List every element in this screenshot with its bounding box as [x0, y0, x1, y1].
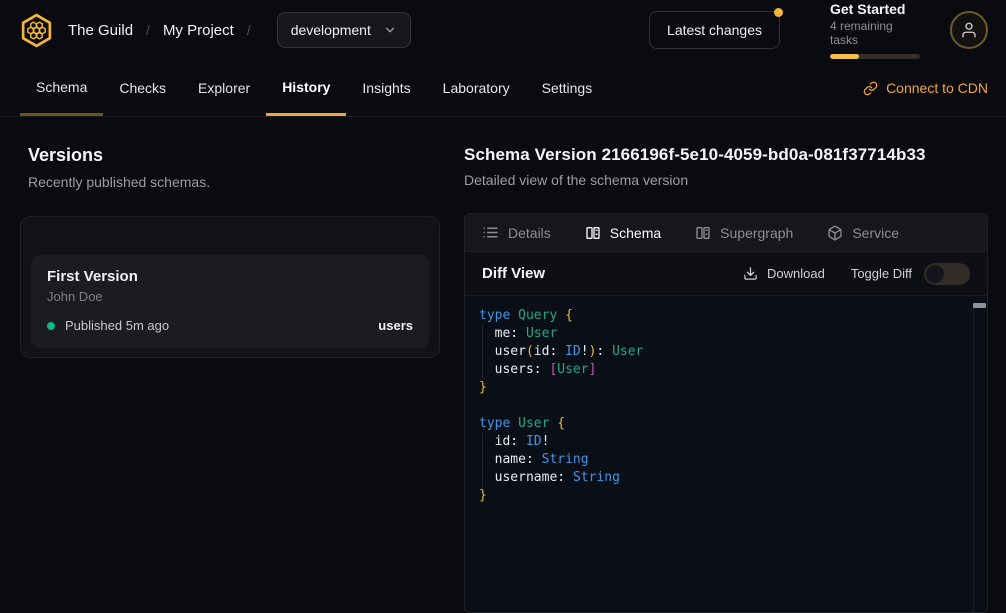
- get-started-subtitle: 4 remaining tasks: [830, 19, 920, 47]
- user-avatar[interactable]: [950, 11, 988, 49]
- schema-version-title: Schema Version 2166196f-5e10-4059-bd0a-0…: [464, 145, 988, 165]
- diff-actions: Download Toggle Diff: [743, 263, 970, 285]
- main-nav: Schema Checks Explorer History Insights …: [0, 60, 1006, 117]
- connect-to-cdn-label: Connect to CDN: [886, 80, 988, 96]
- nav-tab-insights[interactable]: Insights: [346, 60, 426, 116]
- diff-view-title: Diff View: [482, 265, 545, 282]
- scrollbar-track: [973, 305, 974, 612]
- guild-logo-icon[interactable]: [18, 12, 55, 49]
- latest-changes-button[interactable]: Latest changes: [649, 11, 780, 49]
- detail-tab-label: Details: [508, 225, 551, 241]
- versions-panel: Versions Recently published schemas. Fir…: [20, 145, 440, 613]
- get-started-progress-fill: [830, 54, 859, 59]
- detail-tab-details[interactable]: Details: [482, 224, 551, 241]
- detail-tab-service[interactable]: Service: [827, 225, 899, 241]
- detail-tab-label: Schema: [610, 225, 661, 241]
- main-content: Versions Recently published schemas. Fir…: [0, 117, 1006, 613]
- notification-dot: [774, 8, 783, 17]
- list-icon: [482, 224, 499, 241]
- nav-tab-laboratory[interactable]: Laboratory: [427, 60, 526, 116]
- version-status-text: Published 5m ago: [65, 318, 169, 333]
- cube-icon: [827, 225, 843, 241]
- detail-tab-label: Service: [852, 225, 899, 241]
- indent-guide: [482, 325, 483, 379]
- chevron-down-icon: [383, 23, 397, 37]
- download-icon: [743, 266, 758, 281]
- toggle-diff-label: Toggle Diff: [851, 266, 912, 281]
- link-icon: [863, 81, 878, 96]
- diff-toolbar: Diff View Download Toggle Diff: [465, 252, 987, 296]
- toggle-diff-switch[interactable]: [924, 263, 970, 285]
- code-lines: type Query { me: User user(id: ID!): Use…: [479, 307, 961, 505]
- versions-list: First Version John Doe Published 5m ago …: [20, 216, 440, 358]
- switch-knob: [926, 265, 944, 283]
- app-header: The Guild / My Project / development Lat…: [0, 0, 1006, 60]
- connect-to-cdn-link[interactable]: Connect to CDN: [863, 60, 988, 116]
- version-author: John Doe: [47, 289, 413, 304]
- download-button[interactable]: Download: [743, 266, 825, 281]
- detail-tab-schema[interactable]: Schema: [585, 225, 661, 241]
- versions-title: Versions: [28, 145, 440, 166]
- columns-icon: [585, 225, 601, 241]
- breadcrumb-separator: /: [146, 22, 150, 38]
- version-detail-card: Details Schema Supergraph: [464, 213, 988, 613]
- detail-tab-label: Supergraph: [720, 225, 793, 241]
- nav-tab-explorer[interactable]: Explorer: [182, 60, 266, 116]
- version-list-item[interactable]: First Version John Doe Published 5m ago …: [31, 255, 429, 348]
- version-detail-panel: Schema Version 2166196f-5e10-4059-bd0a-0…: [464, 145, 988, 613]
- version-title: First Version: [47, 268, 413, 285]
- get-started-title: Get Started: [830, 1, 920, 17]
- target-selector-value: development: [291, 22, 371, 38]
- get-started-progressbar: [830, 54, 920, 59]
- get-started-widget[interactable]: Get Started 4 remaining tasks: [830, 1, 920, 59]
- target-selector-dropdown[interactable]: development: [277, 12, 411, 48]
- detail-tab-supergraph[interactable]: Supergraph: [695, 225, 793, 241]
- latest-changes-label: Latest changes: [667, 22, 762, 38]
- indent-guide: [482, 433, 483, 487]
- breadcrumb-project[interactable]: My Project: [163, 22, 234, 39]
- breadcrumb-separator: /: [247, 22, 251, 38]
- versions-subtitle: Recently published schemas.: [28, 174, 440, 190]
- nav-tab-settings[interactable]: Settings: [526, 60, 609, 116]
- nav-tab-checks[interactable]: Checks: [103, 60, 182, 116]
- person-icon: [960, 21, 978, 39]
- download-label: Download: [767, 266, 825, 281]
- scrollbar-thumb[interactable]: [973, 303, 986, 308]
- schema-code-editor[interactable]: type Query { me: User user(id: ID!): Use…: [465, 296, 987, 612]
- toggle-diff-control: Toggle Diff: [851, 263, 970, 285]
- columns-icon: [695, 225, 711, 241]
- version-status-row: Published 5m ago users: [47, 318, 413, 333]
- breadcrumb-org[interactable]: The Guild: [68, 22, 133, 39]
- schema-version-subtitle: Detailed view of the schema version: [464, 172, 988, 188]
- nav-tab-schema[interactable]: Schema: [20, 60, 103, 116]
- published-status-dot: [47, 322, 55, 330]
- service-badge: users: [378, 318, 413, 333]
- nav-tab-history[interactable]: History: [266, 60, 346, 116]
- detail-tabbar: Details Schema Supergraph: [465, 214, 987, 252]
